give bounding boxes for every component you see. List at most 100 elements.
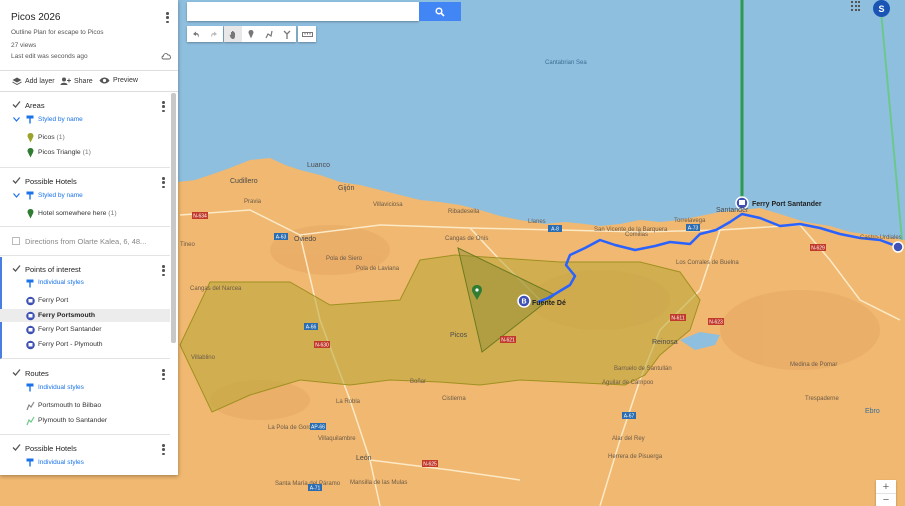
layer-options-icon[interactable] — [162, 444, 165, 455]
zoom-in-button[interactable]: + — [876, 480, 896, 493]
svg-text:Torrelavega: Torrelavega — [674, 218, 706, 224]
paint-roller-icon — [26, 279, 34, 288]
svg-text:Castro-Urdiales: Castro-Urdiales — [860, 235, 902, 241]
list-item[interactable]: Ferry Port - Plymouth — [38, 341, 103, 348]
ferry-icon — [26, 325, 35, 335]
map-description[interactable]: Outline Plan for escape to Picos — [11, 29, 104, 36]
chevron-down-icon[interactable] — [13, 117, 20, 122]
green-pin-icon — [27, 209, 34, 219]
list-item[interactable]: Plymouth to Santander — [38, 417, 107, 424]
add-person-icon — [60, 77, 71, 85]
svg-text:Medina de Pomar: Medina de Pomar — [790, 362, 837, 368]
svg-text:Los Corrales de Buelna: Los Corrales de Buelna — [676, 260, 739, 266]
style-link[interactable]: Individual styles — [38, 384, 84, 391]
list-item[interactable]: Picos Triangle (1) — [38, 149, 91, 156]
layer-points-of-interest: Points of interest Individual styles Fer… — [0, 257, 170, 359]
svg-text:Pola de Laviana: Pola de Laviana — [356, 266, 400, 272]
layer-visible-checkbox[interactable] — [12, 100, 21, 109]
marker-icon — [248, 29, 254, 38]
layer-directions: Directions from Olarte Kalea, 6, 48... — [0, 228, 170, 256]
layer-name[interactable]: Possible Hotels — [25, 177, 77, 186]
preview-label: Preview — [113, 77, 138, 84]
layer-name[interactable]: Routes — [25, 369, 49, 378]
layer-visible-checkbox[interactable] — [12, 264, 21, 273]
layer-areas: Areas Styled by name Picos (1) Picos Tri… — [0, 93, 170, 168]
svg-text:Villaviciosa: Villaviciosa — [373, 202, 403, 208]
tools-toolbar — [224, 26, 296, 42]
search-input[interactable] — [187, 2, 419, 21]
list-item[interactable]: Portsmouth to Bilbao — [38, 402, 101, 409]
map-options-icon[interactable] — [166, 12, 169, 23]
panel-actions: Add layer Share Preview — [0, 70, 178, 92]
svg-text:Llanes: Llanes — [528, 219, 546, 225]
undo-icon — [193, 31, 199, 37]
layer-name[interactable]: Points of interest — [25, 265, 81, 274]
avatar[interactable]: S — [873, 0, 890, 17]
svg-text:AP-66: AP-66 — [311, 425, 325, 431]
zoom-out-button[interactable]: − — [876, 493, 896, 506]
share-button[interactable]: Share — [60, 77, 93, 85]
layer-name[interactable]: Directions from Olarte Kalea, 6, 48... — [25, 237, 146, 246]
paint-roller-icon — [26, 458, 34, 467]
map-title[interactable]: Picos 2026 — [11, 12, 60, 23]
style-link[interactable]: Styled by name — [38, 192, 83, 199]
draw-line-button[interactable] — [260, 26, 278, 42]
svg-text:A-73: A-73 — [688, 226, 699, 232]
svg-text:Santa María del Páramo: Santa María del Páramo — [275, 481, 341, 487]
list-item[interactable]: Ferry Portsmouth — [38, 312, 95, 319]
draw-line-icon — [265, 30, 273, 38]
svg-text:Santander: Santander — [716, 207, 749, 214]
svg-text:A-67: A-67 — [624, 414, 635, 420]
layer-options-icon[interactable] — [162, 177, 165, 188]
search-button[interactable] — [419, 2, 461, 21]
layer-name[interactable]: Areas — [25, 101, 45, 110]
preview-button[interactable]: Preview — [99, 77, 138, 84]
layer-options-icon[interactable] — [162, 101, 165, 112]
style-link[interactable]: Individual styles — [38, 279, 84, 286]
add-layer-button[interactable]: Add layer — [12, 77, 55, 85]
pan-tool-button[interactable] — [224, 26, 242, 42]
svg-text:La Robla: La Robla — [336, 399, 361, 405]
sea-label: Cantabrian Sea — [545, 60, 587, 66]
chevron-down-icon[interactable] — [13, 193, 20, 198]
layer-name[interactable]: Possible Hotels — [25, 444, 77, 453]
svg-text:N-630: N-630 — [315, 343, 329, 349]
undo-button[interactable] — [187, 26, 205, 42]
directions-button[interactable] — [278, 26, 296, 42]
green-pin-icon — [27, 148, 34, 158]
svg-text:Luanco: Luanco — [307, 162, 330, 169]
view-count: 27 views — [11, 42, 37, 49]
ferry-icon — [26, 296, 35, 306]
fuente-de-marker[interactable]: B — [517, 294, 531, 308]
layer-visible-checkbox[interactable] — [12, 237, 20, 245]
svg-text:N-623: N-623 — [709, 320, 723, 326]
svg-text:Pola de Siero: Pola de Siero — [326, 256, 363, 262]
measure-toolbar — [298, 26, 316, 42]
svg-text:Gijón: Gijón — [338, 185, 354, 192]
layer-options-icon[interactable] — [162, 265, 165, 276]
svg-text:Pravia: Pravia — [244, 199, 262, 205]
style-link[interactable]: Individual styles — [38, 459, 84, 466]
measure-button[interactable] — [298, 26, 316, 42]
add-marker-button[interactable] — [242, 26, 260, 42]
svg-text:Comillas: Comillas — [625, 232, 648, 238]
paint-roller-icon — [26, 191, 34, 200]
layer-visible-checkbox[interactable] — [12, 176, 21, 185]
list-item[interactable]: Picos (1) — [38, 134, 65, 141]
svg-text:Trespaderne: Trespaderne — [805, 396, 839, 402]
end-marker[interactable] — [892, 241, 904, 253]
svg-text:N-621: N-621 — [501, 338, 515, 344]
list-item[interactable]: Hotel somewhere here (1) — [38, 210, 117, 217]
style-link[interactable]: Styled by name — [38, 116, 83, 123]
svg-text:León: León — [356, 455, 372, 462]
apps-grid-icon[interactable] — [851, 1, 861, 11]
history-toolbar — [187, 26, 223, 42]
layer-visible-checkbox[interactable] — [12, 443, 21, 452]
layer-visible-checkbox[interactable] — [12, 368, 21, 377]
svg-text:Villaquilambre: Villaquilambre — [318, 436, 356, 442]
redo-button[interactable] — [205, 26, 223, 42]
list-item[interactable]: Ferry Port Santander — [38, 326, 101, 333]
panel-scrollbar[interactable] — [171, 93, 176, 343]
list-item[interactable]: Ferry Port — [38, 297, 68, 304]
layer-options-icon[interactable] — [162, 369, 165, 380]
